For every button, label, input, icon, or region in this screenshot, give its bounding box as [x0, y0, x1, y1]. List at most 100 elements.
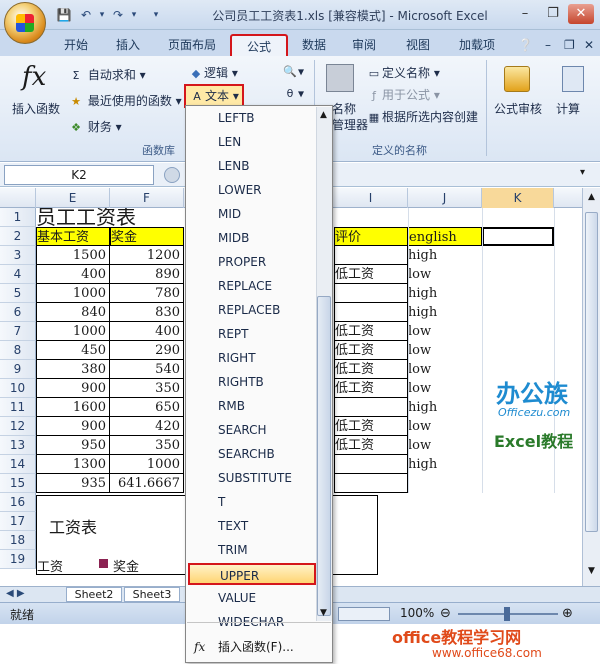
expand-icon[interactable] [164, 167, 180, 183]
cell-bonus[interactable]: 650 [110, 398, 184, 417]
cell-basic-salary[interactable]: 1300 [36, 455, 110, 474]
tab-addins[interactable]: 加载项 [452, 34, 502, 56]
select-all-corner[interactable] [0, 188, 36, 208]
calculation-button[interactable]: 计算 [556, 100, 580, 117]
row-header[interactable]: 9 [0, 360, 36, 379]
row-header[interactable]: 19 [0, 550, 36, 569]
header-basic-salary[interactable]: 基本工资 [36, 227, 110, 246]
save-icon[interactable]: 💾 [56, 7, 72, 23]
name-manager-line-2[interactable]: 管理器 [332, 116, 368, 133]
cell-english[interactable]: low [408, 341, 482, 360]
text-functions-button[interactable]: A 文本 ▾ [184, 84, 244, 108]
view-buttons[interactable] [338, 607, 390, 621]
cell-english[interactable]: low [408, 417, 482, 436]
cell-basic-salary[interactable]: 1600 [36, 398, 110, 417]
redo-icon[interactable]: ↷ [110, 7, 126, 23]
menu-item-leftb[interactable]: LEFTB [218, 107, 318, 129]
menu-scroll-thumb[interactable] [317, 296, 331, 616]
cell-bonus[interactable]: 1000 [110, 455, 184, 474]
row-header[interactable]: 6 [0, 303, 36, 322]
menu-item-rmb[interactable]: RMB [218, 395, 318, 417]
cell-evaluation[interactable]: 低工资 [334, 265, 408, 284]
sheet-tab-sheet2[interactable]: Sheet2 [66, 587, 122, 602]
row-header[interactable]: 16 [0, 493, 36, 512]
row-header[interactable]: 3 [0, 246, 36, 265]
more-functions-button[interactable]: θ ▾ [282, 86, 304, 102]
ribbon-restore-icon[interactable]: ❐ [560, 34, 576, 56]
cell-basic-salary[interactable]: 1500 [36, 246, 110, 265]
menu-item-search[interactable]: SEARCH [218, 419, 318, 441]
row-header[interactable]: 7 [0, 322, 36, 341]
cell-english[interactable]: low [408, 322, 482, 341]
column-header-k[interactable]: K [482, 188, 554, 208]
sheet-nav-icons[interactable]: ◀ ▶ [6, 588, 25, 599]
name-box[interactable]: K2 [4, 165, 154, 185]
zoom-out-icon[interactable]: ⊖ [440, 606, 451, 621]
help-icon[interactable]: ❔ [514, 34, 533, 56]
menu-item-midb[interactable]: MIDB [218, 227, 318, 249]
cell-basic-salary[interactable]: 900 [36, 417, 110, 436]
row-header[interactable]: 12 [0, 417, 36, 436]
cell-bonus[interactable]: 290 [110, 341, 184, 360]
menu-item-mid[interactable]: MID [218, 203, 318, 225]
redo-dropdown-icon[interactable]: ▾ [126, 7, 142, 23]
sheet-title-cell[interactable]: 员工工资表 [36, 208, 186, 227]
row-header[interactable]: 4 [0, 265, 36, 284]
menu-item-len[interactable]: LEN [218, 131, 318, 153]
cell-bonus[interactable]: 890 [110, 265, 184, 284]
cell-evaluation[interactable]: 低工资 [334, 417, 408, 436]
scroll-thumb[interactable] [585, 212, 598, 532]
cell-evaluation[interactable] [334, 474, 408, 493]
lookup-button[interactable]: 🔍▾ [282, 64, 304, 80]
menu-item-rightb[interactable]: RIGHTB [218, 371, 318, 393]
menu-insert-function[interactable]: 插入函数(F)... [218, 638, 294, 655]
menu-scroll-down-icon[interactable]: ▼ [320, 608, 327, 618]
ribbon-minimize-icon[interactable]: – [540, 34, 556, 56]
tab-page-layout[interactable]: 页面布局 [162, 34, 222, 56]
cell-bonus[interactable]: 540 [110, 360, 184, 379]
cell-english[interactable]: high [408, 246, 482, 265]
menu-item-rept[interactable]: REPT [218, 323, 318, 345]
sheet-tab-sheet3[interactable]: Sheet3 [124, 587, 180, 602]
cell-evaluation[interactable]: 低工资 [334, 341, 408, 360]
finance-button[interactable]: ❖ 财务 ▾ [68, 118, 122, 136]
cell-evaluation[interactable]: 低工资 [334, 360, 408, 379]
cell-english[interactable]: low [408, 436, 482, 455]
undo-icon[interactable]: ↶ [78, 7, 94, 23]
cell-english[interactable]: high [408, 284, 482, 303]
menu-item-lower[interactable]: LOWER [218, 179, 318, 201]
cell-evaluation[interactable] [334, 303, 408, 322]
tab-data[interactable]: 数据 [296, 34, 332, 56]
cell-english[interactable]: low [408, 360, 482, 379]
cell-evaluation[interactable]: 低工资 [334, 436, 408, 455]
cell-basic-salary[interactable]: 840 [36, 303, 110, 322]
logic-button[interactable]: ◆ 逻辑 ▾ [188, 64, 238, 82]
row-header[interactable]: 5 [0, 284, 36, 303]
menu-item-lenb[interactable]: LENB [218, 155, 318, 177]
cell-basic-salary[interactable]: 900 [36, 379, 110, 398]
cell-bonus[interactable]: 420 [110, 417, 184, 436]
minimize-button[interactable]: – [512, 4, 538, 24]
menu-item-upper[interactable]: UPPER [188, 563, 316, 585]
cell-bonus[interactable]: 350 [110, 436, 184, 455]
menu-item-substitute[interactable]: SUBSTITUTE [218, 467, 318, 489]
cell-bonus[interactable]: 641.6667 [110, 474, 184, 493]
tab-formulas[interactable]: 公式 [230, 34, 288, 56]
row-header[interactable]: 11 [0, 398, 36, 417]
restore-button[interactable]: ❐ [540, 4, 566, 24]
define-name-button[interactable]: ▭ 定义名称 ▾ [366, 64, 440, 82]
cell-english[interactable]: low [408, 379, 482, 398]
vertical-scrollbar[interactable]: ▲ ▼ [582, 188, 600, 586]
cell-english[interactable]: high [408, 455, 482, 474]
cell-english[interactable]: high [408, 398, 482, 417]
column-header-i[interactable]: I [334, 188, 408, 208]
menu-item-value[interactable]: VALUE [218, 587, 318, 609]
cell-basic-salary[interactable]: 1000 [36, 284, 110, 303]
cell-english[interactable]: high [408, 303, 482, 322]
column-header-f[interactable]: F [110, 188, 184, 208]
scroll-down-icon[interactable]: ▼ [585, 566, 598, 580]
cell-bonus[interactable]: 400 [110, 322, 184, 341]
cell-english[interactable]: low [408, 265, 482, 284]
menu-item-proper[interactable]: PROPER [218, 251, 318, 273]
cell-evaluation[interactable] [334, 398, 408, 417]
